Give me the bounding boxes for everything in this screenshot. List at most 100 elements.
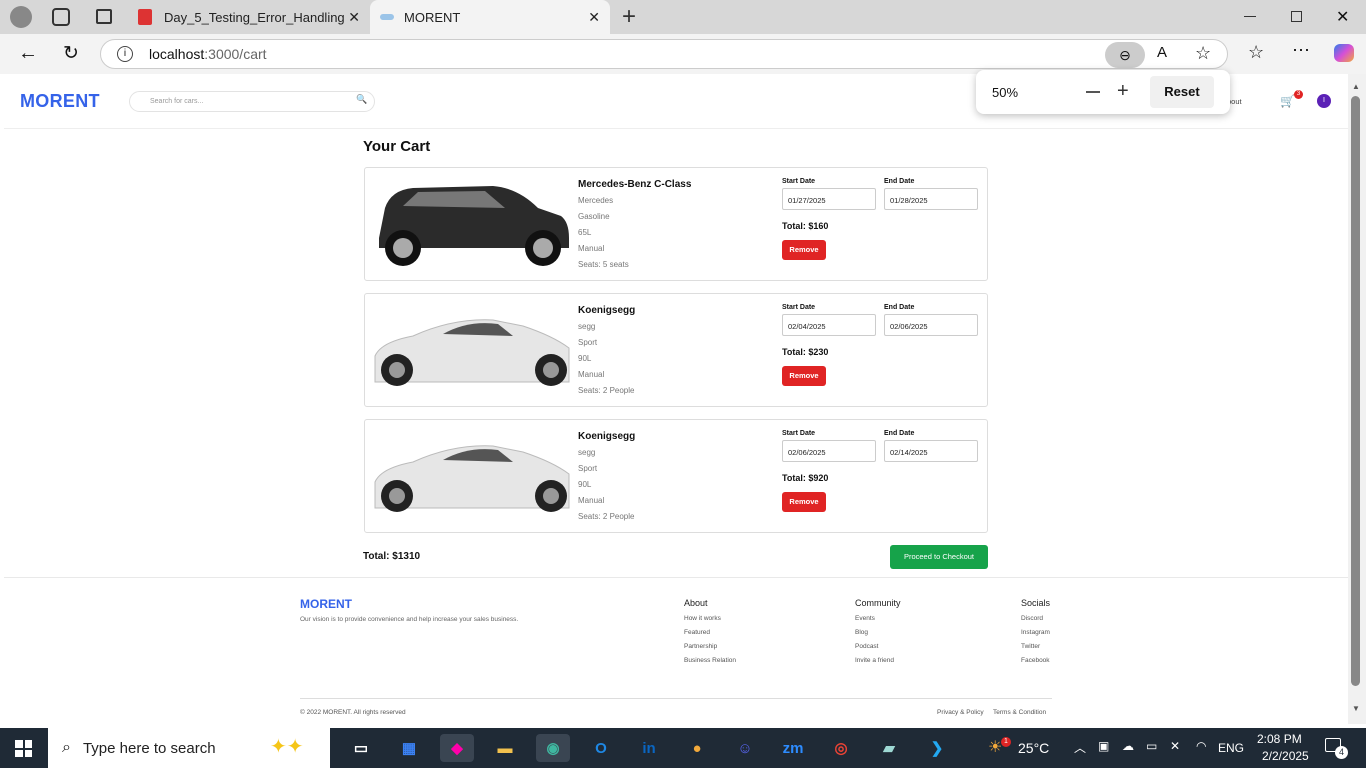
footer-link[interactable]: Featured	[684, 629, 710, 636]
task-view-icon[interactable]: ▭	[344, 734, 378, 762]
footer-link[interactable]: Podcast	[855, 643, 879, 650]
search-icon[interactable]: 🔍	[356, 94, 367, 105]
checkout-button[interactable]: Proceed to Checkout	[890, 545, 988, 569]
window-close-icon[interactable]: ✕	[1336, 7, 1349, 27]
refresh-icon[interactable]: ↻	[63, 42, 79, 65]
terms-link[interactable]: Terms & Condition	[993, 709, 1046, 716]
start-date-input[interactable]: 02/06/2025	[782, 440, 876, 462]
wifi-icon[interactable]: ◠	[1196, 739, 1206, 753]
page-scrollbar[interactable]: ▲ ▼	[1348, 74, 1366, 724]
end-date-input[interactable]: 02/14/2025	[884, 440, 978, 462]
car-transmission: Manual	[578, 370, 605, 379]
temperature[interactable]: 25°C	[1018, 740, 1049, 756]
volume-muted-icon[interactable]: ✕	[1170, 739, 1180, 753]
car-favicon	[380, 14, 394, 20]
zoom-plus-icon[interactable]: +	[1117, 80, 1129, 103]
remove-button[interactable]: Remove	[782, 492, 826, 512]
medal-icon[interactable]: ●	[680, 734, 714, 762]
car-name: Koenigsegg	[578, 431, 636, 442]
scroll-down-icon[interactable]: ▼	[1352, 704, 1360, 713]
start-date-input[interactable]: 01/27/2025	[782, 188, 876, 210]
address-bar[interactable]: i localhost :3000/cart ⊖ A ☆	[100, 39, 1228, 69]
file-explorer-icon[interactable]: ▬	[488, 734, 522, 762]
zoom-reset-button[interactable]: Reset	[1150, 76, 1214, 108]
network-error-icon[interactable]: ☁	[1122, 739, 1134, 753]
close-icon[interactable]: ✕	[348, 9, 360, 26]
discord-icon[interactable]: ☺	[728, 734, 762, 762]
zoom-app-icon[interactable]: zm	[776, 734, 810, 762]
remove-button[interactable]: Remove	[782, 240, 826, 260]
linkedin-icon[interactable]: in	[632, 734, 666, 762]
cart-item: Koenigsegg segg Sport 90L Manual Seats: …	[364, 293, 988, 407]
notepad-icon[interactable]: ▰	[872, 734, 906, 762]
outlook-icon[interactable]: O	[584, 734, 618, 762]
footer-link[interactable]: Facebook	[1021, 657, 1050, 664]
taskbar-search[interactable]: ⌕ Type here to search ✦✦	[48, 728, 330, 768]
clock-date[interactable]: 2/2/2025	[1262, 749, 1309, 763]
footer-link[interactable]: Discord	[1021, 615, 1043, 622]
zoom-level: 50%	[992, 85, 1019, 100]
tab-morent[interactable]: MORENT ✕	[370, 0, 610, 34]
footer-link[interactable]: Invite a friend	[855, 657, 894, 664]
search-input[interactable]: Search for cars...	[129, 91, 375, 112]
privacy-link[interactable]: Privacy & Policy	[937, 709, 984, 716]
footer-link[interactable]: Events	[855, 615, 875, 622]
vscode-icon[interactable]: ❯	[920, 734, 954, 762]
sparkle-icon: ✦✦	[270, 736, 304, 758]
more-icon[interactable]: ⋯	[1292, 40, 1310, 61]
favorites-icon[interactable]: ☆	[1248, 42, 1264, 63]
camera-icon[interactable]: ▣	[1098, 739, 1109, 753]
zoom-minus-icon[interactable]	[1086, 91, 1100, 93]
close-icon[interactable]: ✕	[588, 9, 600, 26]
car-transmission: Manual	[578, 244, 605, 253]
back-icon[interactable]: ←	[18, 42, 38, 65]
info-icon[interactable]: i	[117, 46, 133, 62]
windows-start-icon[interactable]	[15, 740, 32, 757]
car-brand: segg	[578, 448, 596, 457]
morent-page: MORENT Search for cars... 🔍 About 🛒 3 I …	[4, 74, 1348, 724]
edge-icon[interactable]: ◉	[536, 734, 570, 762]
cart-item: Mercedes-Benz C-Class Mercedes Gasoline …	[364, 167, 988, 281]
start-date-input[interactable]: 02/04/2025	[782, 314, 876, 336]
scroll-up-icon[interactable]: ▲	[1352, 82, 1360, 91]
read-aloud-icon[interactable]: A	[1157, 44, 1167, 61]
copilot-app-icon[interactable]: ◆	[440, 734, 474, 762]
footer-link[interactable]: Blog	[855, 629, 868, 636]
zoom-out-icon[interactable]: ⊖	[1105, 42, 1145, 68]
restore-icon[interactable]	[1291, 11, 1302, 22]
footer-logo[interactable]: MORENT	[300, 597, 352, 611]
copilot-icon[interactable]	[1334, 44, 1354, 62]
car-seats: Seats: 2 People	[578, 512, 635, 521]
site-footer: MORENT Our vision is to provide convenie…	[4, 577, 1348, 724]
end-date-label: End Date	[884, 430, 915, 437]
site-logo[interactable]: MORENT	[20, 91, 100, 112]
chevron-up-icon[interactable]: ︿	[1074, 739, 1086, 756]
profile-icon[interactable]	[10, 6, 32, 28]
footer-link[interactable]: Instagram	[1021, 629, 1050, 636]
clock-time[interactable]: 2:08 PM	[1257, 732, 1302, 746]
cart-icon[interactable]: 🛒	[1280, 94, 1295, 108]
new-tab-button[interactable]: +	[622, 3, 636, 31]
store-icon[interactable]: ▦	[392, 734, 426, 762]
start-date-label: Start Date	[782, 304, 816, 311]
avatar[interactable]: I	[1317, 94, 1331, 108]
battery-icon[interactable]: ▭	[1146, 739, 1157, 753]
favorite-star-icon[interactable]: ☆	[1195, 43, 1211, 64]
footer-link[interactable]: Business Relation	[684, 657, 736, 664]
tab-actions-icon[interactable]	[96, 9, 112, 24]
footer-link[interactable]: How it works	[684, 615, 721, 622]
chrome-icon[interactable]: ◎	[824, 734, 858, 762]
car-fuel: Sport	[578, 464, 598, 473]
start-date-label: Start Date	[782, 178, 816, 185]
footer-link[interactable]: Partnership	[684, 643, 717, 650]
workspaces-icon[interactable]	[52, 8, 70, 26]
tab-pdf[interactable]: Day_5_Testing_Error_Handling_an ✕	[130, 0, 368, 34]
language-indicator[interactable]: ENG	[1218, 741, 1244, 755]
car-image	[374, 445, 570, 512]
end-date-input[interactable]: 01/28/2025	[884, 188, 978, 210]
scroll-thumb[interactable]	[1351, 96, 1360, 686]
footer-link[interactable]: Twitter	[1021, 643, 1040, 650]
end-date-input[interactable]: 02/06/2025	[884, 314, 978, 336]
minimize-icon[interactable]	[1244, 16, 1256, 17]
remove-button[interactable]: Remove	[782, 366, 826, 386]
